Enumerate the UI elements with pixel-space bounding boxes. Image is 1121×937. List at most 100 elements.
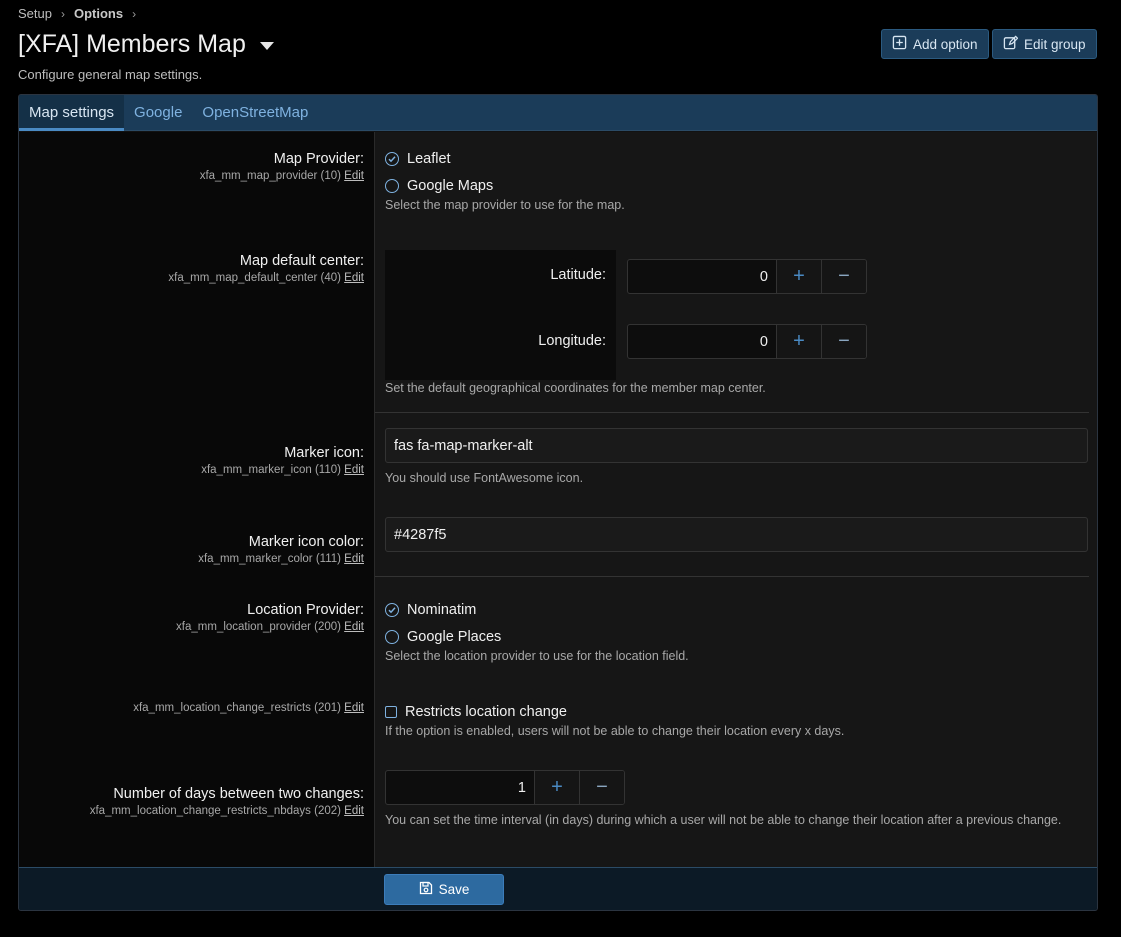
option-key-text: xfa_mm_marker_color (111) bbox=[198, 553, 341, 565]
option-key-text: xfa_mm_marker_icon (110) bbox=[201, 464, 341, 476]
hint-change-restricts: If the option is enabled, users will not… bbox=[385, 724, 845, 738]
nbdays-stepper[interactable]: 1 + − bbox=[385, 770, 625, 805]
option-title: Map Provider: bbox=[273, 151, 364, 167]
marker-icon-input[interactable]: fas fa-map-marker-alt bbox=[385, 428, 1088, 463]
save-label: Save bbox=[438, 882, 470, 897]
tab-google[interactable]: Google bbox=[124, 95, 192, 130]
title-row: [XFA] Members Map bbox=[18, 30, 274, 59]
increment-button[interactable]: + bbox=[534, 771, 579, 804]
option-label-location-provider: Location Provider: xfa_mm_location_provi… bbox=[176, 601, 364, 635]
tab-map-settings[interactable]: Map settings bbox=[19, 95, 125, 131]
edit-link[interactable]: Edit bbox=[344, 464, 364, 476]
radio-nominatim[interactable]: Nominatim bbox=[385, 602, 476, 618]
option-key: xfa_mm_location_change_restricts (201) E… bbox=[133, 700, 364, 716]
option-key: xfa_mm_marker_icon (110) Edit bbox=[201, 462, 364, 478]
increment-button[interactable]: + bbox=[776, 260, 821, 293]
form-footer: Save bbox=[19, 867, 1097, 910]
add-option-button[interactable]: Add option bbox=[881, 29, 989, 59]
edit-group-button[interactable]: Edit group bbox=[992, 29, 1097, 59]
hint-map-provider: Select the map provider to use for the m… bbox=[385, 198, 625, 212]
save-icon bbox=[419, 881, 433, 898]
option-key: xfa_mm_map_default_center (40) Edit bbox=[168, 270, 364, 286]
edit-icon bbox=[1003, 35, 1019, 53]
option-title: Map default center: bbox=[239, 253, 364, 269]
option-key-text: xfa_mm_map_provider (10) bbox=[199, 170, 341, 182]
divider bbox=[375, 412, 1089, 413]
divider bbox=[375, 576, 1089, 577]
option-label-default-center: Map default center: xfa_mm_map_default_c… bbox=[168, 252, 364, 286]
option-key: xfa_mm_map_provider (10) Edit bbox=[200, 168, 364, 184]
radio-label: Google Places bbox=[407, 629, 502, 645]
option-label-marker-icon: Marker icon: xfa_mm_marker_icon (110) Ed… bbox=[201, 444, 364, 478]
edit-link[interactable]: Edit bbox=[344, 170, 364, 182]
option-label-change-restricts: xfa_mm_location_change_restricts (201) E… bbox=[133, 700, 364, 716]
tab-bar: Map settings Google OpenStreetMap bbox=[19, 95, 1097, 131]
option-key: xfa_mm_marker_color (111) Edit bbox=[198, 551, 364, 567]
breadcrumb: Setup › Options › bbox=[18, 6, 139, 21]
marker-color-input[interactable]: #4287f5 bbox=[385, 517, 1088, 552]
labels-column: Map Provider: xfa_mm_map_provider (10) E… bbox=[19, 132, 374, 867]
edit-link[interactable]: Edit bbox=[344, 805, 364, 817]
chevron-down-icon[interactable] bbox=[259, 41, 274, 50]
nbdays-input[interactable]: 1 bbox=[386, 771, 534, 804]
option-key: xfa_mm_location_provider (200) Edit bbox=[176, 619, 364, 635]
tab-openstreetmap[interactable]: OpenStreetMap bbox=[192, 95, 318, 130]
option-key-text: xfa_mm_location_change_restricts_nbdays … bbox=[89, 805, 341, 817]
option-title: Number of days between two changes: bbox=[113, 786, 364, 802]
checkbox-icon[interactable] bbox=[385, 706, 397, 718]
page-description: Configure general map settings. bbox=[18, 67, 203, 82]
option-title: Marker icon color: bbox=[248, 534, 364, 550]
radio-label: Google Maps bbox=[407, 178, 494, 194]
latitude-stepper[interactable]: 0 + − bbox=[627, 259, 867, 294]
checkbox-restricts-location-change[interactable]: Restricts location change bbox=[385, 704, 567, 720]
hint-default-center: Set the default geographical coordinates… bbox=[385, 381, 766, 395]
edit-group-label: Edit group bbox=[1024, 36, 1086, 52]
breadcrumb-options[interactable]: Options bbox=[74, 6, 123, 21]
breadcrumb-setup[interactable]: Setup bbox=[18, 6, 52, 21]
hint-nbdays: You can set the time interval (in days) … bbox=[385, 813, 1062, 827]
longitude-label: Longitude: bbox=[538, 333, 606, 349]
radio-google-maps[interactable]: Google Maps bbox=[385, 178, 493, 194]
hint-location-provider: Select the location provider to use for … bbox=[385, 649, 689, 663]
radio-google-places[interactable]: Google Places bbox=[385, 629, 501, 645]
edit-link[interactable]: Edit bbox=[344, 621, 364, 633]
longitude-input[interactable]: 0 bbox=[628, 325, 776, 358]
chevron-right-icon: › bbox=[132, 6, 137, 21]
option-label-marker-color: Marker icon color: xfa_mm_marker_color (… bbox=[198, 533, 364, 567]
save-button[interactable]: Save bbox=[384, 874, 504, 905]
options-panel: Map settings Google OpenStreetMap Map Pr… bbox=[18, 94, 1098, 911]
edit-link[interactable]: Edit bbox=[344, 272, 364, 284]
decrement-button[interactable]: − bbox=[579, 771, 624, 804]
radio-label: Nominatim bbox=[407, 602, 477, 618]
radio-leaflet[interactable]: Leaflet bbox=[385, 151, 451, 167]
longitude-stepper[interactable]: 0 + − bbox=[627, 324, 867, 359]
hint-marker-icon: You should use FontAwesome icon. bbox=[385, 471, 584, 485]
radio-label: Leaflet bbox=[407, 151, 451, 167]
coordinates-box: Latitude: Longitude: bbox=[385, 250, 616, 380]
option-label-nbdays: Number of days between two changes: xfa_… bbox=[90, 785, 364, 819]
option-key-text: xfa_mm_location_provider (200) bbox=[176, 621, 341, 633]
increment-button[interactable]: + bbox=[776, 325, 821, 358]
options-body: Map Provider: xfa_mm_map_provider (10) E… bbox=[19, 132, 1097, 867]
option-title: Location Provider: bbox=[247, 602, 364, 618]
option-key-text: xfa_mm_location_change_restricts (201) bbox=[133, 702, 341, 714]
page-title: [XFA] Members Map bbox=[18, 30, 246, 58]
latitude-label: Latitude: bbox=[550, 267, 606, 283]
radio-unchecked-icon[interactable] bbox=[385, 179, 399, 193]
option-key-text: xfa_mm_map_default_center (40) bbox=[168, 272, 341, 284]
controls-column: Leaflet Google Maps Select the map provi… bbox=[374, 132, 1097, 867]
option-title: Marker icon: bbox=[284, 445, 364, 461]
decrement-button[interactable]: − bbox=[821, 325, 866, 358]
radio-checked-icon[interactable] bbox=[385, 603, 399, 617]
latitude-input[interactable]: 0 bbox=[628, 260, 776, 293]
radio-unchecked-icon[interactable] bbox=[385, 630, 399, 644]
option-label-map-provider: Map Provider: xfa_mm_map_provider (10) E… bbox=[200, 150, 364, 184]
checkbox-label: Restricts location change bbox=[405, 704, 567, 720]
radio-checked-icon[interactable] bbox=[385, 152, 399, 166]
option-key: xfa_mm_location_change_restricts_nbdays … bbox=[90, 803, 364, 819]
add-option-label: Add option bbox=[913, 36, 978, 52]
plus-square-icon bbox=[892, 35, 907, 53]
decrement-button[interactable]: − bbox=[821, 260, 866, 293]
edit-link[interactable]: Edit bbox=[344, 702, 364, 714]
edit-link[interactable]: Edit bbox=[344, 553, 364, 565]
